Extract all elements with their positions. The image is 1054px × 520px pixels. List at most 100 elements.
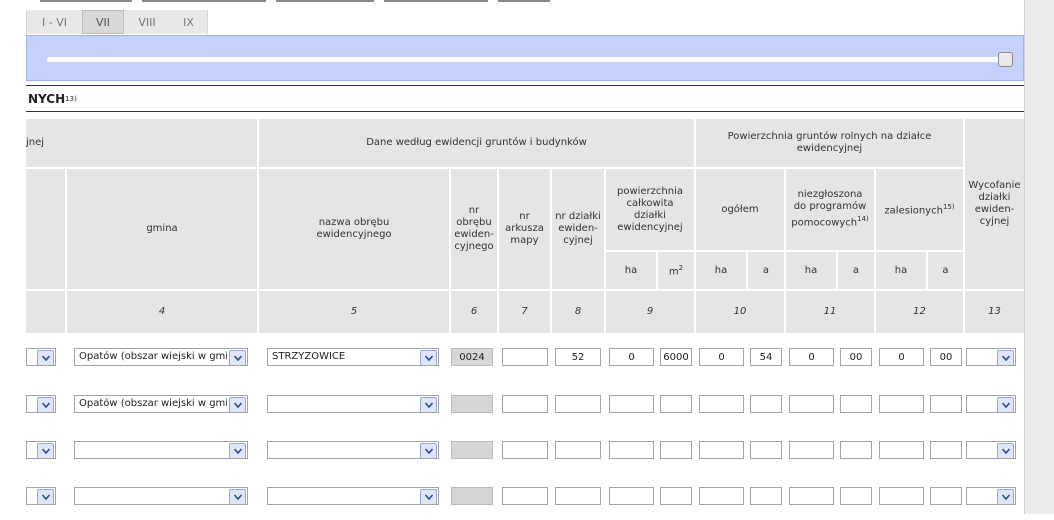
nr-arkusza-input[interactable] xyxy=(502,348,548,366)
select-gmina[interactable]: Opatów (obszar wiejski w gmin xyxy=(74,348,248,366)
select-col-3[interactable] xyxy=(26,395,56,413)
select-obreb[interactable] xyxy=(267,441,439,459)
pow-m2-input[interactable] xyxy=(660,395,692,413)
scroll-thumb[interactable] xyxy=(998,52,1013,67)
chevron-down-icon xyxy=(41,494,50,500)
select-gmina[interactable]: Opatów (obszar wiejski w gmin xyxy=(74,395,248,413)
dropdown-arrow-button[interactable] xyxy=(229,443,246,458)
nr-arkusza-input[interactable] xyxy=(502,395,548,413)
niezgloszona-ha-input[interactable] xyxy=(789,487,834,505)
dropdown-arrow-button[interactable] xyxy=(229,397,246,412)
select-col-3[interactable] xyxy=(26,487,56,505)
header-ogolem: ogółem xyxy=(696,169,784,250)
dropdown-arrow-button[interactable] xyxy=(997,397,1014,412)
scroll-track[interactable] xyxy=(46,56,1011,63)
select-obreb[interactable]: STRZYŻOWICE xyxy=(267,348,439,366)
unit-text: ha xyxy=(624,264,638,276)
col-number: 9 xyxy=(606,291,694,333)
chevron-down-icon xyxy=(1001,355,1010,361)
select-gmina[interactable] xyxy=(74,487,248,505)
dropdown-arrow-button[interactable] xyxy=(37,397,54,412)
ogolem-ha-input[interactable] xyxy=(699,487,744,505)
col-number: 8 xyxy=(552,291,604,333)
dropdown-arrow-button[interactable] xyxy=(997,443,1014,458)
niezgloszona-a-input[interactable] xyxy=(840,441,872,459)
zalesionych-ha-input[interactable] xyxy=(879,395,924,413)
unit-text: m2 xyxy=(669,262,683,278)
niezgloszona-a-input[interactable] xyxy=(840,395,872,413)
dropdown-arrow-button[interactable] xyxy=(420,489,437,504)
zalesionych-ha-input[interactable] xyxy=(879,487,924,505)
niezgloszona-ha-input[interactable] xyxy=(789,395,834,413)
zalesionych-a-input[interactable]: 00 xyxy=(930,348,962,366)
ogolem-a-input[interactable]: 54 xyxy=(750,348,782,366)
ogolem-a-input[interactable] xyxy=(750,395,782,413)
nr-dzialki-input[interactable] xyxy=(555,441,601,459)
col-number xyxy=(26,291,65,333)
col-number: 13 xyxy=(965,291,1024,333)
ogolem-ha-input[interactable] xyxy=(699,441,744,459)
select-obreb[interactable] xyxy=(267,487,439,505)
select-wycofanie[interactable] xyxy=(966,348,1016,366)
ogolem-a-input[interactable] xyxy=(750,441,782,459)
top-toolbar-edge xyxy=(40,0,132,2)
select-gmina[interactable] xyxy=(74,441,248,459)
tab-i-vi[interactable]: I - VI xyxy=(27,10,82,34)
select-wycofanie[interactable] xyxy=(966,441,1016,459)
header-nazwa-obrebu: nazwa obrębu ewidencyjnego xyxy=(259,169,449,289)
zalesionych-a-input[interactable] xyxy=(930,441,962,459)
select-wycofanie[interactable] xyxy=(966,395,1016,413)
nr-dzialki-input[interactable] xyxy=(555,487,601,505)
footnote-15: 15) xyxy=(942,203,955,212)
dropdown-arrow-button[interactable] xyxy=(997,350,1014,365)
tab-ix[interactable]: IX xyxy=(170,10,207,34)
nr-dzialki-input[interactable] xyxy=(555,395,601,413)
nr-dzialki-input[interactable]: 52 xyxy=(555,348,601,366)
nr-obrebu-field xyxy=(451,487,493,505)
section-footnote: 13) xyxy=(65,94,77,103)
pow-m2-input[interactable] xyxy=(660,441,692,459)
pow-ha-input[interactable] xyxy=(609,441,654,459)
dropdown-arrow-button[interactable] xyxy=(229,489,246,504)
unit-m2: m2 xyxy=(658,252,694,289)
select-obreb[interactable] xyxy=(267,395,439,413)
niezgloszona-ha-input[interactable] xyxy=(789,441,834,459)
dropdown-arrow-button[interactable] xyxy=(420,443,437,458)
select-col-3[interactable] xyxy=(26,348,56,366)
pow-ha-input[interactable] xyxy=(609,395,654,413)
nr-arkusza-input[interactable] xyxy=(502,487,548,505)
zalesionych-ha-input[interactable] xyxy=(879,441,924,459)
niezgloszona-a-input[interactable]: 00 xyxy=(840,348,872,366)
header-text: nr obrębu ewiden-cyjnego xyxy=(454,205,494,252)
dropdown-arrow-button[interactable] xyxy=(37,350,54,365)
select-value: STRZYŻOWICE xyxy=(272,351,346,362)
nr-arkusza-input[interactable] xyxy=(502,441,548,459)
dropdown-arrow-button[interactable] xyxy=(229,350,246,365)
pow-ha-input[interactable] xyxy=(609,487,654,505)
unit-ha: ha xyxy=(696,252,746,289)
dropdown-arrow-button[interactable] xyxy=(997,489,1014,504)
tab-vii[interactable]: VII xyxy=(82,10,124,34)
niezgloszona-ha-input[interactable]: 0 xyxy=(789,348,834,366)
select-col-3[interactable] xyxy=(26,441,56,459)
dropdown-arrow-button[interactable] xyxy=(420,397,437,412)
select-wycofanie[interactable] xyxy=(966,487,1016,505)
dropdown-arrow-button[interactable] xyxy=(37,489,54,504)
pow-ha-input[interactable]: 0 xyxy=(609,348,654,366)
niezgloszona-a-input[interactable] xyxy=(840,487,872,505)
col-number-text: 11 xyxy=(823,306,837,317)
zalesionych-ha-input[interactable]: 0 xyxy=(879,348,924,366)
tab-viii[interactable]: VIII xyxy=(124,10,170,34)
ogolem-ha-input[interactable] xyxy=(699,395,744,413)
header-nr-arkusza: nr arkusza mapy xyxy=(499,169,550,289)
header-text-main: zalesionych xyxy=(884,205,943,217)
ogolem-ha-input[interactable]: 0 xyxy=(699,348,744,366)
dropdown-arrow-button[interactable] xyxy=(37,443,54,458)
zalesionych-a-input[interactable] xyxy=(930,487,962,505)
zalesionych-a-input[interactable] xyxy=(930,395,962,413)
ogolem-a-input[interactable] xyxy=(750,487,782,505)
pow-m2-input[interactable]: 6000 xyxy=(660,348,692,366)
pow-m2-input[interactable] xyxy=(660,487,692,505)
dropdown-arrow-button[interactable] xyxy=(420,350,437,365)
top-toolbar-edge xyxy=(498,0,550,2)
